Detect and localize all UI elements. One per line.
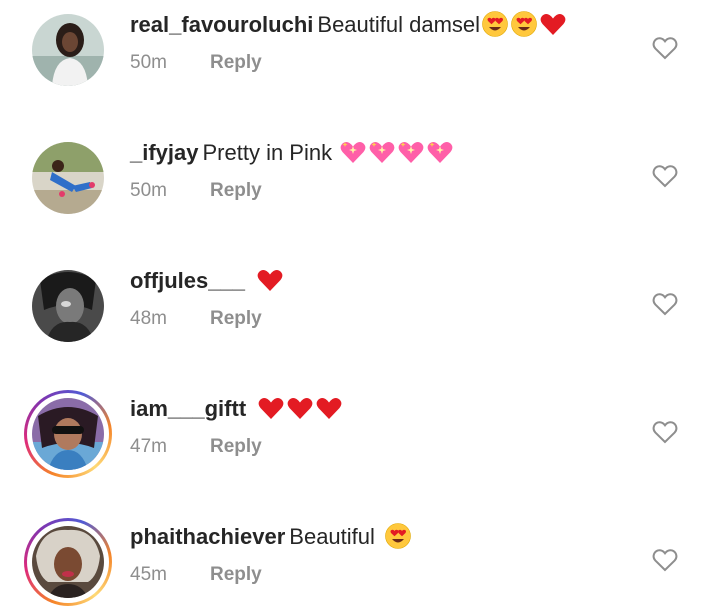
comment-username[interactable]: iam___giftt bbox=[130, 396, 246, 421]
avatar[interactable] bbox=[24, 390, 112, 478]
comment-item: _ifyjay Pretty in Pink 50m Reply bbox=[0, 128, 720, 256]
heart-outline-icon[interactable] bbox=[652, 292, 678, 316]
red-heart-emoji bbox=[316, 397, 342, 419]
red-heart-emoji bbox=[258, 397, 284, 419]
comment-username[interactable]: _ifyjay bbox=[130, 140, 199, 165]
comment-item: iam___giftt 47m Reply bbox=[0, 384, 720, 512]
heart-outline-icon[interactable] bbox=[652, 548, 678, 572]
comment-text: offjules___ bbox=[130, 266, 284, 296]
heart-outline-icon[interactable] bbox=[652, 164, 678, 188]
heart-eyes-emoji bbox=[385, 523, 411, 549]
heart-outline-icon[interactable] bbox=[652, 420, 678, 444]
emoji-group bbox=[383, 523, 412, 549]
comment-meta: 48m Reply bbox=[130, 308, 262, 330]
avatar[interactable] bbox=[32, 14, 104, 86]
emoji-group bbox=[338, 140, 454, 165]
reply-button[interactable]: Reply bbox=[210, 180, 262, 202]
avatar[interactable] bbox=[32, 142, 104, 214]
reply-button[interactable]: Reply bbox=[210, 308, 262, 330]
sparkling-heart-emoji bbox=[398, 141, 424, 163]
comment-username[interactable]: phaithachiever bbox=[130, 524, 285, 549]
sparkling-heart-emoji bbox=[427, 141, 453, 163]
emoji-group bbox=[256, 396, 343, 421]
red-heart-emoji bbox=[257, 269, 283, 291]
reply-button[interactable]: Reply bbox=[210, 52, 262, 74]
comment-text: phaithachiever Beautiful bbox=[130, 522, 412, 552]
avatar[interactable] bbox=[24, 518, 112, 606]
emoji-group bbox=[255, 268, 284, 293]
reply-button[interactable]: Reply bbox=[210, 564, 262, 586]
comment-timestamp: 47m bbox=[130, 436, 167, 457]
comment-username[interactable]: real_favouroluchi bbox=[130, 12, 313, 37]
comment-meta: 45m Reply bbox=[130, 564, 262, 586]
comment-text: iam___giftt bbox=[130, 394, 343, 424]
comment-item: real_favouroluchi Beautiful damsel 50m Rep… bbox=[0, 0, 720, 128]
comment-body: Beautiful bbox=[289, 524, 375, 549]
heart-outline-icon[interactable] bbox=[652, 36, 678, 60]
comment-timestamp: 50m bbox=[130, 52, 167, 73]
avatar[interactable] bbox=[32, 270, 104, 342]
reply-button[interactable]: Reply bbox=[210, 436, 262, 458]
comment-text: _ifyjay Pretty in Pink bbox=[130, 138, 454, 168]
comment-item: phaithachiever Beautiful 45m Reply bbox=[0, 512, 720, 611]
comment-item: offjules___ 48m Reply bbox=[0, 256, 720, 384]
comment-timestamp: 48m bbox=[130, 308, 167, 329]
comment-text: real_favouroluchi Beautiful damsel bbox=[130, 10, 567, 40]
heart-eyes-emoji bbox=[482, 11, 508, 37]
red-heart-emoji bbox=[540, 13, 566, 35]
comment-body: Pretty in Pink bbox=[202, 140, 333, 165]
comment-list: real_favouroluchi Beautiful damsel 50m Rep… bbox=[0, 0, 720, 611]
heart-eyes-emoji bbox=[511, 11, 537, 37]
comment-meta: 50m Reply bbox=[130, 180, 262, 202]
comment-username[interactable]: offjules___ bbox=[130, 268, 245, 293]
red-heart-emoji bbox=[287, 397, 313, 419]
comment-meta: 47m Reply bbox=[130, 436, 262, 458]
comment-meta: 50m Reply bbox=[130, 52, 262, 74]
sparkling-heart-emoji bbox=[369, 141, 395, 163]
comment-timestamp: 45m bbox=[130, 564, 167, 585]
comment-timestamp: 50m bbox=[130, 180, 167, 201]
sparkling-heart-emoji bbox=[340, 141, 366, 163]
comment-body: Beautiful damsel bbox=[317, 12, 481, 37]
emoji-group bbox=[480, 11, 567, 37]
